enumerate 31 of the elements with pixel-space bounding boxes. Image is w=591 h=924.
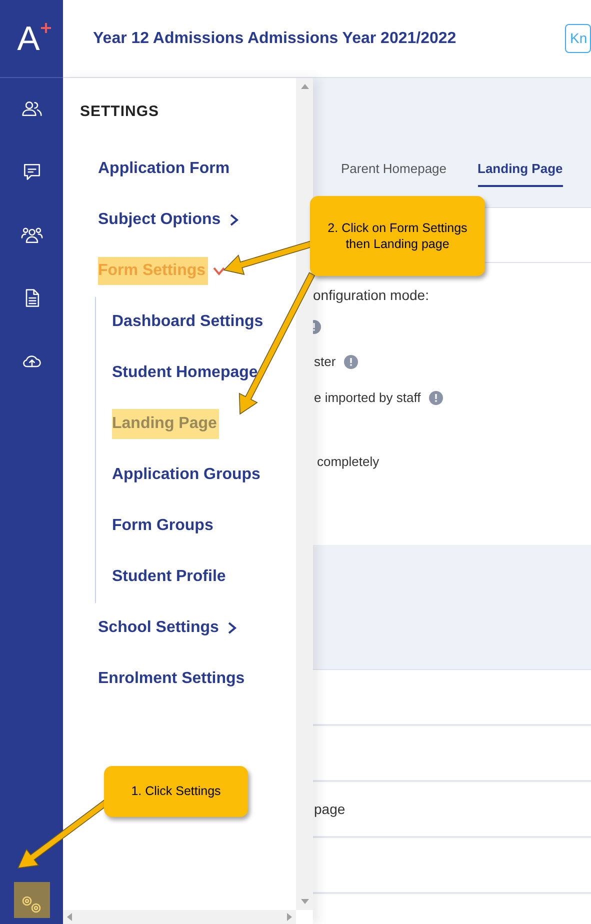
mode-label: onfiguration mode: (313, 286, 430, 305)
row-text: page (313, 800, 346, 819)
info-icon (428, 391, 443, 405)
scroll-right-icon[interactable] (287, 913, 292, 921)
vertical-scrollbar[interactable] (296, 78, 313, 910)
submenu-item[interactable]: Student Homepage (112, 358, 260, 388)
panel-heading: SETTINGS (79, 102, 160, 122)
callout: 1. Click Settings (104, 766, 248, 817)
menu-item[interactable]: Application Form (98, 155, 232, 183)
menu-item[interactable]: Enrolment Settings (98, 665, 247, 693)
horizontal-scrollbar[interactable] (63, 910, 296, 924)
tab[interactable]: Parent Homepage (341, 158, 447, 187)
menu-item[interactable]: School Settings (98, 614, 221, 642)
menu-item[interactable]: Subject Options (98, 206, 223, 234)
submenu-item[interactable]: Dashboard Settings (112, 307, 266, 337)
option-label: ster (314, 353, 336, 372)
option-note: completely (316, 453, 380, 471)
submenu-item[interactable]: Application Groups (112, 460, 262, 490)
callout: 2. Click on Form Settings then Landing page (310, 196, 485, 276)
logo: A (17, 22, 40, 56)
tab[interactable]: Landing Page (478, 158, 563, 187)
info-icon (344, 355, 358, 369)
settings-button[interactable] (14, 882, 50, 918)
scroll-left-icon[interactable] (67, 913, 72, 921)
scroll-up-icon[interactable] (300, 84, 308, 89)
page-title: Year 12 Admissions Admissions Year 2021/2022 (93, 28, 456, 48)
submenu-item[interactable]: Form Groups (112, 511, 216, 541)
option-label: e imported by staff (314, 389, 421, 408)
scroll-down-icon[interactable] (300, 899, 308, 904)
submenu-item[interactable]: Student Profile (112, 562, 228, 592)
plus-icon (40, 22, 52, 34)
